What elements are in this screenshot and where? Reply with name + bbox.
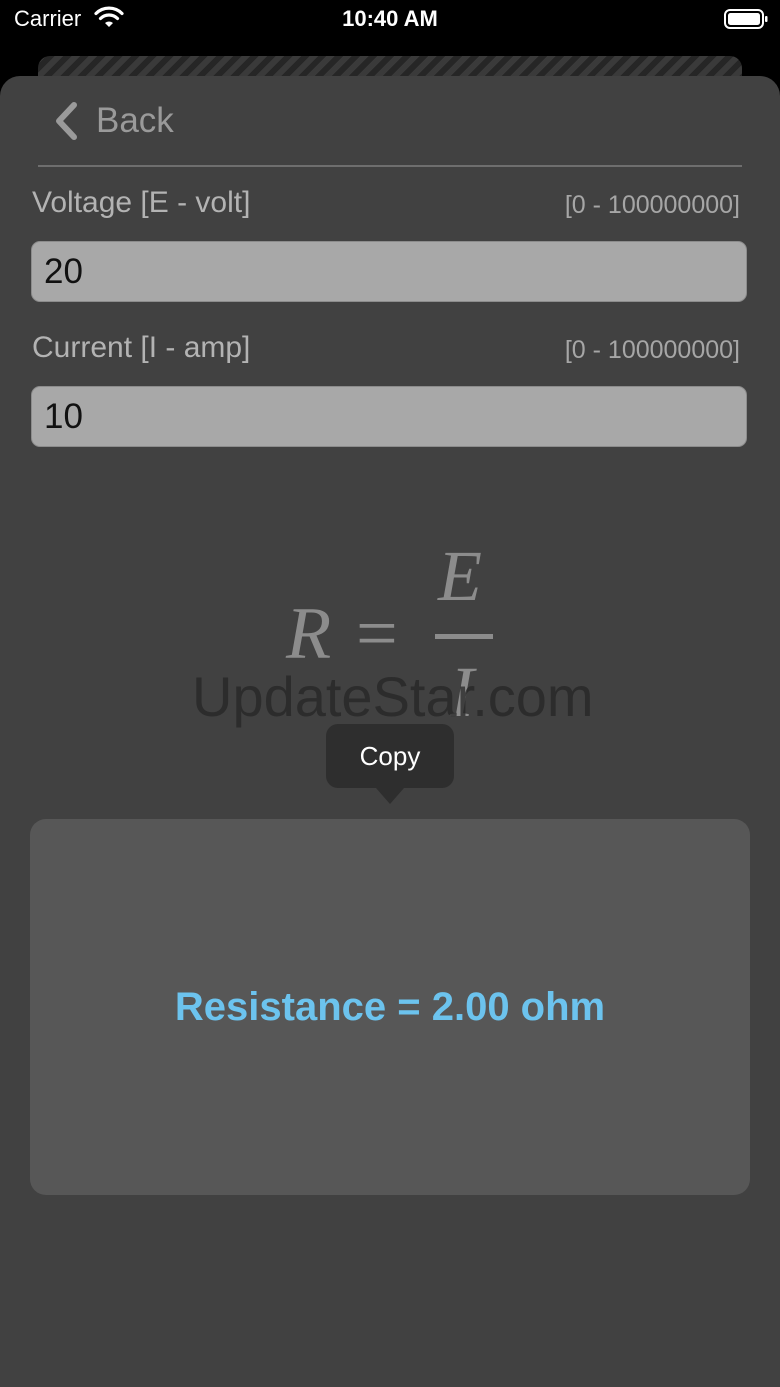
status-time: 10:40 AM [342,6,438,31]
copy-menu-button[interactable]: Copy [326,724,454,788]
copy-menu-arrow [376,788,404,804]
back-button-label: Back [96,101,174,140]
formula-numerator: E [437,536,482,616]
chevron-left-icon [56,102,77,140]
voltage-input[interactable] [31,241,747,302]
watermark: UpdateStar.com [192,665,594,728]
current-range: [0 - 100000000] [564,336,740,364]
calculator-sheet: Back Voltage [E - volt] [0 - 100000000] … [0,76,780,1387]
back-button[interactable]: Back [52,98,174,144]
formula-fraction-bar [435,634,493,639]
battery-icon [724,9,768,29]
current-label: Current [I - amp] [32,331,251,364]
voltage-label: Voltage [E - volt] [32,186,251,219]
formula-equals: = [356,593,398,675]
result-text: Resistance = 2.00 ohm [174,984,606,1029]
voltage-range: [0 - 100000000] [564,191,740,219]
screen: Carrier 10:40 AM Back Voltage [E - volt]… [0,0,780,1387]
status-bar: Carrier 10:40 AM [0,0,780,40]
formula-lhs: R [285,593,331,675]
result-panel[interactable]: Resistance = 2.00 ohm [30,819,750,1195]
copy-label: Copy [359,740,421,771]
nav-divider [38,165,742,167]
current-input[interactable] [31,386,747,447]
